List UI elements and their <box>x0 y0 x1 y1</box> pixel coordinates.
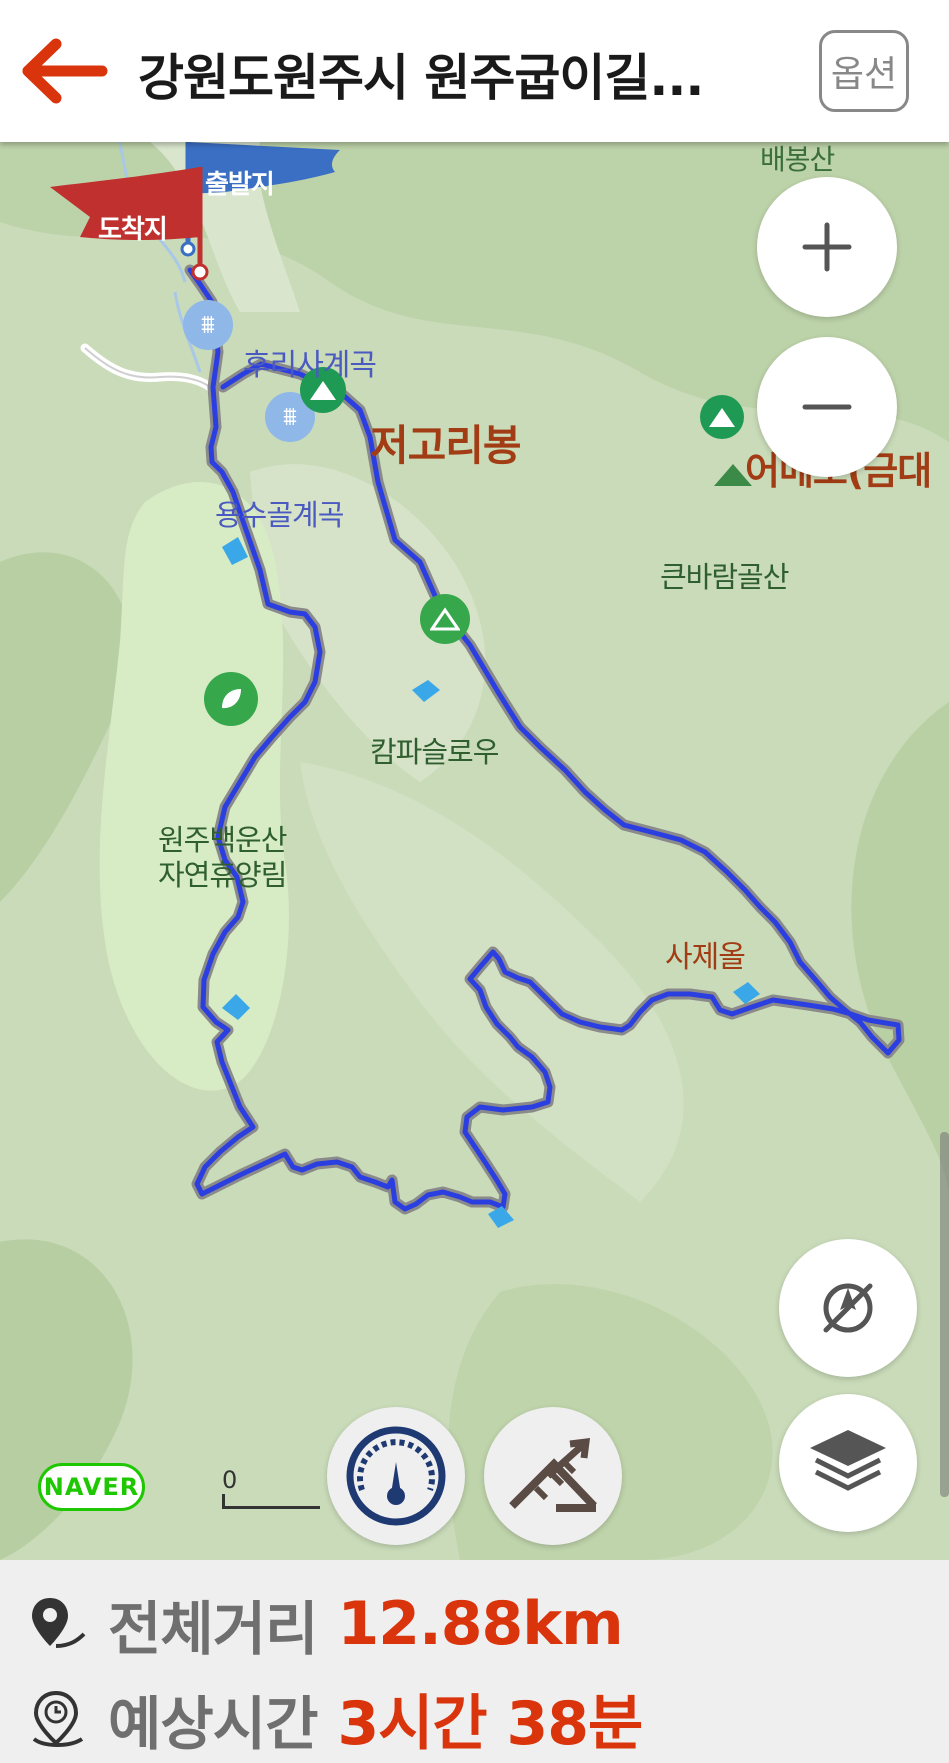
options-button[interactable]: 옵션 <box>819 30 909 112</box>
page-title: 강원도원주시 원주굽이길... <box>138 49 704 107</box>
map-label-baebongsan: 배봉산 <box>760 143 835 176</box>
time-value: 3시간 38분 <box>337 1689 643 1759</box>
map-label-campaseulrou: 캄파슬로우 <box>370 735 499 769</box>
distance-value: 12.88km <box>337 1589 623 1659</box>
minus-icon <box>802 404 852 410</box>
location-route-icon <box>32 1598 86 1648</box>
speedometer-button[interactable] <box>327 1407 465 1545</box>
layers-button[interactable] <box>779 1394 917 1532</box>
distance-row: 전체거리 12.88km <box>30 1582 624 1666</box>
elevation-button[interactable] <box>484 1407 622 1545</box>
compass-button[interactable] <box>779 1239 917 1377</box>
elevation-icon <box>509 1437 597 1512</box>
map-label-jeogoribong: 저고리봉 <box>370 421 522 470</box>
layers-icon <box>810 1430 886 1491</box>
scale-bar <box>222 1494 320 1509</box>
map-label-hurisa-valley: 후리사계곡 <box>243 348 377 383</box>
map-label-satgol: 사제올 <box>665 940 746 975</box>
compass-off-icon <box>823 1283 873 1333</box>
map-label-keunbaramgolsan: 큰바람골산 <box>660 560 789 594</box>
plus-icon <box>802 222 852 272</box>
map-view[interactable]: 출발지 도착지 ⩩ ⩩ 배봉산 후리사계곡 저고리봉 어메소(금대 용수골계곡 … <box>0 142 949 1560</box>
speedometer-icon <box>346 1426 446 1526</box>
zoom-in-button[interactable] <box>757 177 897 317</box>
mountain-peak-icon[interactable] <box>700 395 744 439</box>
start-flag-label: 출발지 <box>205 170 275 200</box>
leaf-icon[interactable] <box>204 672 258 726</box>
clock-location-icon <box>32 1690 84 1747</box>
route-flags <box>50 142 340 281</box>
map-label-yongsu-valley: 용수골계곡 <box>215 498 344 532</box>
scale-zero-label: 0 <box>222 1466 238 1494</box>
end-flag-label: 도착지 <box>98 215 168 245</box>
waterfall-icon[interactable]: ⩩ <box>183 300 233 350</box>
time-label: 예상시간 <box>108 1689 318 1758</box>
map-label-forest-line2: 자연휴양림 <box>158 858 287 892</box>
top-bar: 강원도원주시 원주굽이길... 옵션 <box>0 0 949 142</box>
zoom-out-button[interactable] <box>757 337 897 477</box>
back-button[interactable] <box>20 36 110 106</box>
time-row: 예상시간 3시간 38분 <box>30 1675 643 1762</box>
map-scale: 0 <box>222 1466 320 1509</box>
distance-label: 전체거리 <box>108 1595 318 1663</box>
map-scrollbar[interactable] <box>940 1132 949 1497</box>
naver-logo: NAVER <box>38 1463 145 1511</box>
campsite-icon[interactable] <box>420 594 470 644</box>
arrow-left-icon <box>22 38 108 104</box>
route-summary-panel: 전체거리 12.88km 예상시간 3시간 38분 <box>0 1560 949 1763</box>
